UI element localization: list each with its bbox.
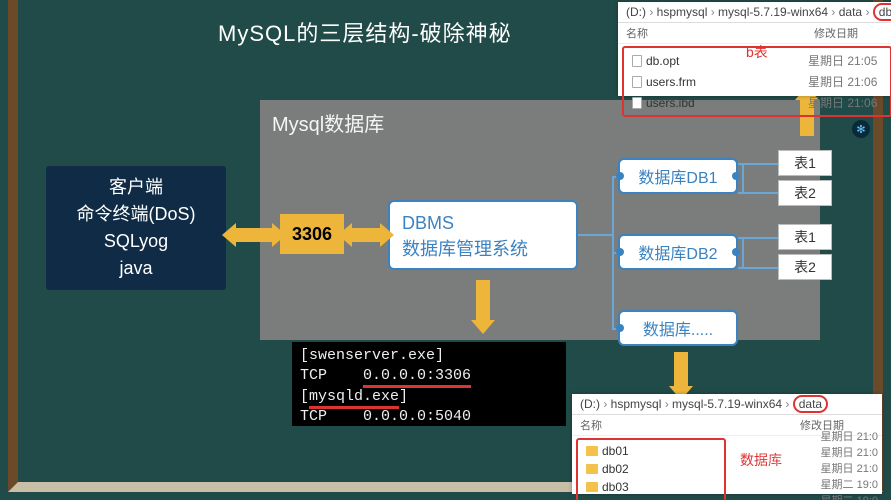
table-box: 表1 <box>778 150 832 176</box>
port-box: 3306 <box>280 214 344 254</box>
folder-row: db01 <box>578 442 724 460</box>
database-node-more: 数据库..... <box>618 310 738 346</box>
term-line: [ <box>300 388 309 405</box>
file-icon <box>632 55 642 67</box>
col-date: 修改日期 <box>810 23 891 43</box>
file-name: users.frm <box>646 75 696 89</box>
col-name: 名称 <box>618 23 810 43</box>
connector-line <box>738 163 778 165</box>
table-box: 表2 <box>778 180 832 206</box>
folder-name: db01 <box>602 444 629 458</box>
file-explorer-top: (D:)hspmysqlmysql-5.7.19-winx64datadb02 … <box>618 2 891 96</box>
dbms-box: DBMS 数据库管理系统 <box>388 200 578 270</box>
folder-row: mysql <box>578 496 724 500</box>
folder-icon <box>586 482 598 492</box>
folder-date: 星期日 21:0 <box>821 428 878 444</box>
client-box: 客户端 命令终端(DoS) SQLyog java <box>46 166 226 290</box>
file-date: 星期日 21:06 <box>804 92 890 113</box>
folder-date: 星期二 19:0 <box>821 476 878 492</box>
connector-line <box>738 267 778 269</box>
database-node-db1: 数据库DB1 <box>618 158 738 194</box>
term-line: ] <box>399 388 408 405</box>
column-headers: 名称 修改日期 <box>618 23 891 44</box>
breadcrumb-seg: (D:) <box>580 397 611 411</box>
mysql-panel-title: Mysql数据库 <box>272 108 384 137</box>
term-highlight: 0.0.0.0:3306 <box>363 367 471 388</box>
connector-dot-icon <box>616 324 624 332</box>
client-line: 客户端 <box>109 174 163 201</box>
breadcrumb-seg: mysql-5.7.19-winx64 <box>718 5 839 19</box>
connector-line <box>738 192 778 194</box>
folder-row: db03 <box>578 478 724 496</box>
dbms-line: 数据库管理系统 <box>402 236 564 262</box>
client-line: 命令终端(DoS) <box>76 201 195 228</box>
connector-line <box>578 234 614 236</box>
arrow-bidirectional-icon <box>352 228 380 242</box>
database-node-db2: 数据库DB2 <box>618 234 738 270</box>
breadcrumb-seg: data <box>839 5 873 19</box>
connector-dot-icon <box>732 172 740 180</box>
folder-group-highlight: db01 db02 db03 mysql performance_schema <box>576 438 726 500</box>
file-date: 星期日 21:06 <box>804 71 890 92</box>
file-row: users.ibd 星期日 21:06 <box>624 92 890 113</box>
db-label: 数据库DB1 <box>638 164 717 188</box>
folder-icon <box>586 446 598 456</box>
client-line: SQLyog <box>104 228 168 255</box>
page-title: MySQL的三层结构-破除神秘 <box>218 16 512 48</box>
chalkboard-frame: MySQL的三层结构-破除神秘 客户端 命令终端(DoS) SQLyog jav… <box>8 0 883 492</box>
db-label: 数据库DB2 <box>638 240 717 264</box>
table-box: 表2 <box>778 254 832 280</box>
breadcrumb-seg: (D:) <box>626 5 657 19</box>
folder-icon <box>586 464 598 474</box>
folder-name: db03 <box>602 480 629 494</box>
connector-line <box>742 237 744 269</box>
connector-dot-icon <box>616 172 624 180</box>
breadcrumb-seg-highlight: db02 <box>873 3 891 21</box>
dbms-line: DBMS <box>402 210 564 236</box>
snowflake-badge-icon: ✻ <box>852 120 870 138</box>
watermark: CSDN @野林杀手X <box>758 452 855 468</box>
connector-dot-icon <box>732 248 740 256</box>
file-date: 星期日 21:05 <box>804 50 890 71</box>
term-line: TCP 0.0.0.0:5040 <box>300 408 471 425</box>
annotation-text: b表 <box>746 42 768 62</box>
file-row: users.frm 星期日 21:06 <box>624 71 890 92</box>
file-name: users.ibd <box>646 96 695 110</box>
table-box: 表1 <box>778 224 832 250</box>
breadcrumb: (D:)hspmysqlmysql-5.7.19-winx64datadb02 <box>618 2 891 23</box>
breadcrumb-seg: mysql-5.7.19-winx64 <box>672 397 793 411</box>
arrow-bidirectional-icon <box>236 228 272 242</box>
client-line: java <box>119 255 152 282</box>
breadcrumb: (D:)hspmysqlmysql-5.7.19-winx64data <box>572 394 882 415</box>
connector-dot-icon <box>616 248 624 256</box>
folder-row: db02 <box>578 460 724 478</box>
arrow-down-icon <box>476 280 490 320</box>
file-name: db.opt <box>646 54 679 68</box>
file-explorer-bottom: (D:)hspmysqlmysql-5.7.19-winx64data 名称 修… <box>572 394 882 494</box>
file-icon <box>632 76 642 88</box>
db-label: 数据库..... <box>643 316 713 340</box>
folder-name: db02 <box>602 462 629 476</box>
file-icon <box>632 97 642 109</box>
term-line: TCP <box>300 367 363 384</box>
col-name: 名称 <box>572 415 796 435</box>
breadcrumb-seg: hspmysql <box>657 5 718 19</box>
connector-line <box>738 237 778 239</box>
folder-date: 星期二 19:0 <box>821 492 878 500</box>
terminal-output: [swenserver.exe] TCP 0.0.0.0:3306 [mysql… <box>292 342 566 426</box>
arrow-down-icon <box>674 352 688 386</box>
term-line: [swenserver.exe] <box>300 347 444 364</box>
term-highlight: mysqld.exe <box>309 388 399 409</box>
breadcrumb-seg-highlight: data <box>793 395 828 413</box>
breadcrumb-seg: hspmysql <box>611 397 672 411</box>
connector-line <box>742 163 744 194</box>
